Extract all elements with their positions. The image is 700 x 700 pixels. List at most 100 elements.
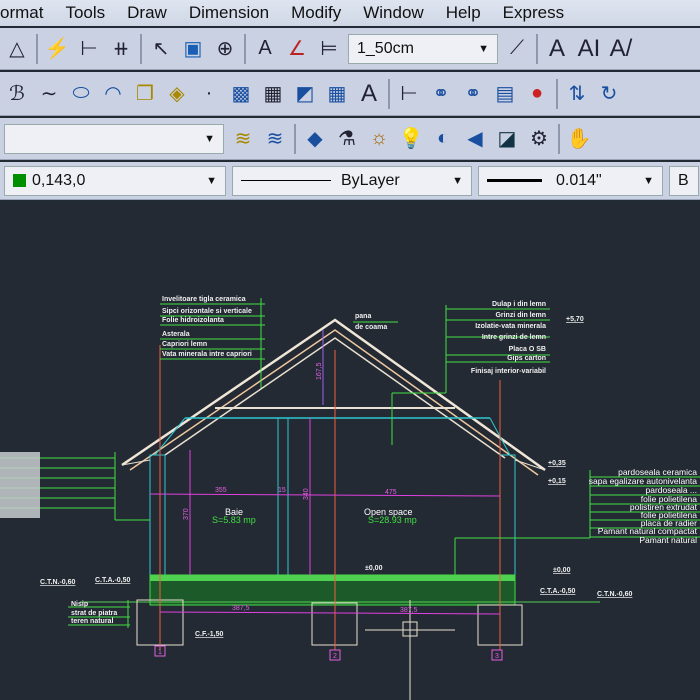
menu-format[interactable]: ormat <box>0 3 43 23</box>
layer-previous-icon[interactable]: ≋ <box>230 126 256 152</box>
draw-toolbar: ℬ ∼ ⬭ ◠ ❐ ◈ · ▩ ▦ ◩ ▦ A ⊢ ⚭ ⚭ ▤ ● ⇅ ↻ <box>0 72 700 116</box>
light-icon[interactable]: ☼ <box>366 126 392 152</box>
separator <box>294 123 296 154</box>
menu-modify[interactable]: Modify <box>291 3 341 23</box>
background-icon[interactable]: ◪ <box>494 126 520 152</box>
dimension-text: 340 <box>303 488 310 500</box>
separator <box>140 33 142 64</box>
properties-toolbar: 0,143,0 ▼ ByLayer ▼ 0.014" ▼ B <box>0 162 700 200</box>
menu-dimension[interactable]: Dimension <box>189 3 269 23</box>
arc-dimension-icon[interactable]: △ <box>4 36 30 62</box>
label-ridge: pana <box>355 313 371 320</box>
layer-manager-icon[interactable]: ≋ <box>262 126 288 152</box>
room-area: S=28.93 mp <box>368 515 417 525</box>
label-roof-layer: Invelitoare tigla ceramica <box>162 296 246 303</box>
chevron-down-icon: ▼ <box>204 132 215 145</box>
canvas-background <box>0 205 700 700</box>
label-roof-layer: Asterala <box>162 331 190 338</box>
label-foundation-layer: strat de piatra <box>71 610 117 617</box>
dimension-text: 387,5 <box>400 607 418 614</box>
dimension-update-icon[interactable]: ⊨ <box>316 36 342 62</box>
ellipse-icon[interactable]: ⬭ <box>68 81 94 107</box>
lineweight-select[interactable]: 0.014" ▼ <box>478 165 663 196</box>
distance-icon[interactable]: ⊢ <box>396 81 422 107</box>
color-select[interactable]: 0,143,0 ▼ <box>4 165 226 196</box>
match-properties-icon[interactable]: ⇅ <box>564 81 590 107</box>
mtext-icon[interactable]: A <box>356 80 382 107</box>
color-swatch <box>13 174 26 187</box>
separator <box>244 33 246 64</box>
box-icon[interactable]: ◆ <box>302 126 328 152</box>
level-mark: +0,15 <box>548 478 566 485</box>
chevron-down-icon: ▼ <box>643 174 654 187</box>
cloud-icon[interactable]: ℬ <box>4 81 30 107</box>
label-ceiling-layer: Placa O SB <box>509 346 546 353</box>
region-icon[interactable]: ◩ <box>292 81 318 107</box>
menu-draw[interactable]: Draw <box>127 3 167 23</box>
gradient-icon[interactable]: ▦ <box>260 81 286 107</box>
menu-help[interactable]: Help <box>446 3 481 23</box>
menu-express[interactable]: Express <box>503 3 564 23</box>
label-ridge: de coama <box>355 324 387 331</box>
dimension-text: 15 <box>278 487 286 494</box>
label-foundation-layer: teren natural <box>71 618 113 625</box>
union-icon[interactable]: ⚭ <box>428 81 454 107</box>
separator <box>536 33 538 64</box>
plotstyle-select[interactable]: B <box>669 165 699 196</box>
insert-block-icon[interactable]: ❐ <box>132 81 158 107</box>
leader-icon[interactable]: ↖ <box>148 36 174 62</box>
dimension-text: 167,5 <box>316 362 323 380</box>
mapping-icon[interactable]: ◀ <box>462 126 488 152</box>
separator <box>556 78 558 109</box>
level-mark: C.F.-1,50 <box>195 631 224 638</box>
label-roof-layer: Folie hidroizolanta <box>162 317 224 324</box>
pan-icon[interactable]: ✋ <box>566 126 592 152</box>
linetype-select[interactable]: ByLayer ▼ <box>232 165 472 196</box>
properties-icon[interactable]: ▤ <box>492 81 518 107</box>
dimension-toolbar: △ ⚡ ⊢ ⧺ ↖ ▣ ⊕ A ∠ ⊨ 1_50cm ▼ ⟋ A AI A/ <box>0 28 700 70</box>
chevron-down-icon: ▼ <box>206 174 217 187</box>
linetype-preview <box>241 180 331 181</box>
bulb-icon[interactable]: 💡 <box>398 126 424 152</box>
ellipse-arc-icon[interactable]: ◠ <box>100 81 126 107</box>
layer-select[interactable]: ▼ <box>4 123 224 154</box>
cropped-layer-labels <box>0 452 40 518</box>
label-ceiling-layer: Finisaj interior-variabil <box>471 368 546 375</box>
dimension-text: 370 <box>183 508 190 520</box>
edit-text-icon[interactable]: AI <box>576 35 602 62</box>
axis-label: 3 <box>495 653 499 660</box>
dimension-style-icon[interactable]: ⟋ <box>504 36 530 62</box>
layers-toolbar: ▼ ≋ ≋ ◆ ⚗ ☼ 💡 ◐ ◀ ◪ ⚙ ✋ <box>0 118 700 160</box>
dimension-style-select[interactable]: 1_50cm ▼ <box>348 33 498 64</box>
text-icon[interactable]: A <box>544 35 570 62</box>
separator <box>388 78 390 109</box>
render-settings-icon[interactable]: ⚙ <box>526 126 552 152</box>
baseline-dimension-icon[interactable]: ⊢ <box>76 36 102 62</box>
dimension-text: 475 <box>385 489 397 496</box>
dimension-text-edit-icon[interactable]: ∠ <box>284 36 310 62</box>
make-block-icon[interactable]: ◈ <box>164 81 190 107</box>
drawing-canvas[interactable]: Invelitoare tigla ceramica Sipci orizont… <box>0 205 700 700</box>
find-text-icon[interactable]: A/ <box>608 35 634 62</box>
center-mark-icon[interactable]: ⊕ <box>212 36 238 62</box>
menu-bar: ormat Tools Draw Dimension Modify Window… <box>0 0 700 26</box>
separator <box>558 123 560 154</box>
point-icon[interactable]: · <box>196 81 222 107</box>
color-value: 0,143,0 <box>32 171 86 189</box>
quick-dimension-icon[interactable]: ⚡ <box>44 36 70 62</box>
intersect-icon[interactable]: ⚭ <box>460 81 486 107</box>
materials-icon[interactable]: ◐ <box>430 126 456 152</box>
tolerance-icon[interactable]: ▣ <box>180 36 206 62</box>
render-icon[interactable]: ● <box>524 81 550 107</box>
dimension-edit-icon[interactable]: A <box>252 36 278 62</box>
label-roof-layer: Capriori lemn <box>162 341 207 348</box>
hatch-icon[interactable]: ▩ <box>228 81 254 107</box>
continue-dimension-icon[interactable]: ⧺ <box>108 36 134 62</box>
level-mark: ±0,00 <box>365 565 383 572</box>
menu-window[interactable]: Window <box>363 3 423 23</box>
teapot-icon[interactable]: ⚗ <box>334 126 360 152</box>
menu-tools[interactable]: Tools <box>65 3 105 23</box>
table-icon[interactable]: ▦ <box>324 81 350 107</box>
spline-icon[interactable]: ∼ <box>36 81 62 107</box>
refresh-icon[interactable]: ↻ <box>596 81 622 107</box>
